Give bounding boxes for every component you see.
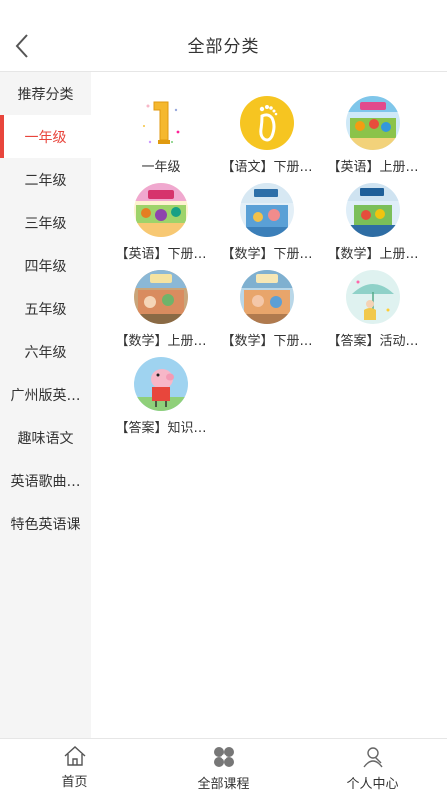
sidebar-item-label: 六年级 [24, 344, 67, 361]
course-item[interactable]: 【答案】活动… [320, 270, 426, 357]
sidebar-item-featured-english[interactable]: 特色英语课 [0, 502, 91, 545]
course-label: 一年级 [141, 160, 181, 175]
tab-label: 首页 [61, 775, 88, 790]
sidebar-item-grade-3[interactable]: 三年级 [0, 201, 91, 244]
sidebar-item-label: 特色英语课 [10, 516, 81, 533]
course-label: 【数学】上册… [327, 247, 419, 262]
course-item[interactable]: 【数学】上册… [320, 183, 426, 270]
course-item[interactable]: 【英语】下册… [108, 183, 214, 270]
course-label: 【数学】下册… [221, 334, 313, 349]
sidebar-item-label: 二年级 [24, 172, 67, 189]
sidebar-item-grade-2[interactable]: 二年级 [0, 158, 91, 201]
page-title: 全部分类 [187, 37, 260, 57]
sidebar-item-label: 五年级 [24, 301, 67, 318]
course-label: 【英语】下册… [115, 247, 207, 262]
sidebar-item-label: 一年级 [24, 129, 67, 146]
user-icon [362, 747, 383, 768]
tab-label: 个人中心 [346, 777, 399, 792]
sidebar-item-label: 广州版英… [10, 387, 81, 404]
math-book-cover-icon [134, 270, 188, 324]
course-item[interactable]: 【数学】下册… [214, 183, 320, 270]
home-icon [64, 746, 85, 766]
tab-profile[interactable]: 个人中心 [298, 739, 447, 794]
course-item[interactable]: 【数学】上册… [108, 270, 214, 357]
course-item[interactable]: 【答案】知识… [108, 357, 214, 444]
tab-home[interactable]: 首页 [0, 739, 149, 794]
sidebar-item-label: 推荐分类 [17, 86, 74, 103]
math-book-cover-icon [240, 183, 294, 237]
course-label: 【数学】上册… [115, 334, 207, 349]
course-item[interactable]: 【英语】上册… [320, 96, 426, 183]
english-book-cover-icon [134, 183, 188, 237]
sidebar-item-recommended[interactable]: 推荐分类 [0, 72, 91, 115]
sidebar-item-grade-5[interactable]: 五年级 [0, 287, 91, 330]
course-label: 【答案】活动… [327, 334, 419, 349]
course-item[interactable]: 一年级 [108, 96, 214, 183]
math-book-cover-icon [240, 270, 294, 324]
sidebar-item-fun-chinese[interactable]: 趣味语文 [0, 416, 91, 459]
grid-icon [213, 747, 234, 767]
sidebar-item-label: 英语歌曲… [10, 473, 81, 490]
bottom-tab-bar: 首页 全部课程 个人中心 [0, 738, 447, 794]
course-grid: 一年级 【语文】下册… 【英语】上册… 【英语】下册… 【数学】下册… 【数学】… [108, 96, 426, 444]
sidebar-item-grade-1[interactable]: 一年级 [0, 115, 91, 158]
category-sidebar: 推荐分类 一年级 二年级 三年级 四年级 五年级 六年级 广州版英… 趣味语文 … [0, 72, 91, 738]
sidebar-item-guangzhou-english[interactable]: 广州版英… [0, 373, 91, 416]
tab-all-courses[interactable]: 全部课程 [149, 739, 298, 794]
course-label: 【数学】下册… [221, 247, 313, 262]
course-grid-panel: 一年级 【语文】下册… 【英语】上册… 【英语】下册… 【数学】下册… 【数学】… [91, 72, 447, 738]
pig-cartoon-cover-icon [134, 357, 188, 411]
english-book-cover-icon [346, 96, 400, 150]
sidebar-item-label: 四年级 [24, 258, 67, 275]
umbrella-girl-cover-icon [346, 270, 400, 324]
course-item[interactable]: 【数学】下册… [214, 270, 320, 357]
footprint-cover-icon [240, 96, 294, 150]
math-book-cover-icon [346, 183, 400, 237]
course-label: 【答案】知识… [115, 421, 207, 436]
sidebar-item-label: 三年级 [24, 215, 67, 232]
top-header: 全部分类 [0, 0, 447, 72]
number-one-cover-icon [134, 96, 188, 150]
course-item[interactable]: 【语文】下册… [214, 96, 320, 183]
sidebar-item-label: 趣味语文 [17, 430, 74, 447]
sidebar-item-grade-4[interactable]: 四年级 [0, 244, 91, 287]
sidebar-item-grade-6[interactable]: 六年级 [0, 330, 91, 373]
course-label: 【英语】上册… [327, 160, 419, 175]
course-label: 【语文】下册… [221, 160, 313, 175]
tab-label: 全部课程 [197, 777, 250, 792]
sidebar-item-english-songs[interactable]: 英语歌曲… [0, 459, 91, 502]
